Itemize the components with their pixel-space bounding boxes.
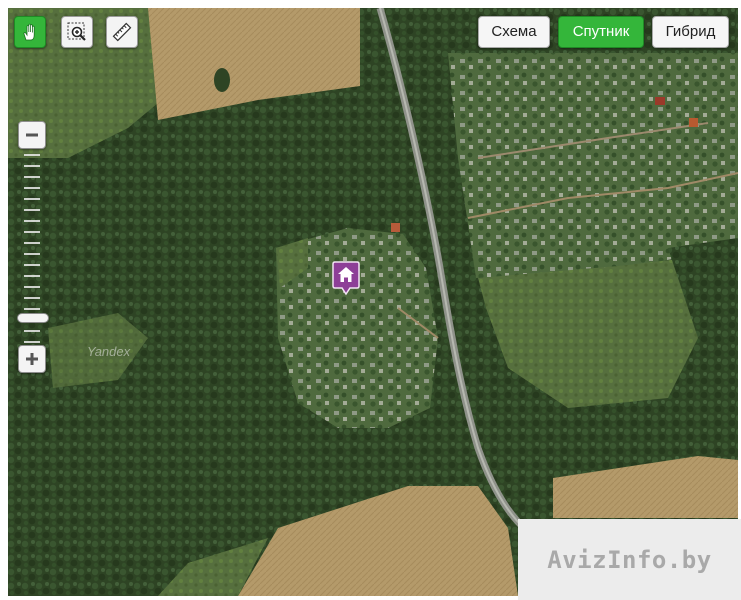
watermark: AvizInfo.by: [518, 519, 741, 600]
zoom-tick: [24, 264, 40, 266]
house-marker[interactable]: [332, 260, 360, 300]
zoom-tick: [24, 275, 40, 277]
map-type-satellite-button[interactable]: Спутник: [558, 16, 644, 48]
zoom-tick: [24, 341, 40, 343]
zoom-tick: [24, 286, 40, 288]
ruler-icon: [112, 22, 132, 42]
map-type-hybrid-button[interactable]: Гибрид: [652, 16, 729, 48]
house-icon: [332, 261, 360, 296]
zoom-tick: [24, 330, 40, 332]
magnifier-tool-button[interactable]: [61, 16, 93, 48]
satellite-imagery: [8, 8, 738, 596]
zoom-tick: [24, 187, 40, 189]
zoom-tick: [24, 242, 40, 244]
map-type-scheme-button[interactable]: Схема: [478, 16, 550, 48]
hand-icon: [23, 23, 35, 41]
satellite-map[interactable]: Схема Спутник Гибрид Yandex: [8, 8, 738, 596]
zoom-tick: [24, 198, 40, 200]
map-provider-label: Yandex: [87, 344, 131, 359]
zoom-tick: [24, 165, 40, 167]
zoom-in-button[interactable]: [18, 345, 46, 373]
zoom-out-button[interactable]: [18, 121, 46, 149]
ruler-tool-button[interactable]: [106, 16, 138, 48]
zoom-tick: [24, 308, 40, 310]
zoom-tick: [24, 154, 40, 156]
hand-tool-button[interactable]: [14, 16, 46, 48]
zoom-tick: [24, 220, 40, 222]
plus-icon: [26, 353, 38, 365]
minus-icon: [26, 133, 38, 137]
zoom-tick: [24, 176, 40, 178]
zoom-tick: [24, 297, 40, 299]
zoom-slider-handle[interactable]: [17, 313, 49, 323]
zoom-tick: [24, 253, 40, 255]
zoom-area-icon: [67, 22, 86, 41]
zoom-tick: [24, 231, 40, 233]
zoom-tick: [24, 209, 40, 211]
